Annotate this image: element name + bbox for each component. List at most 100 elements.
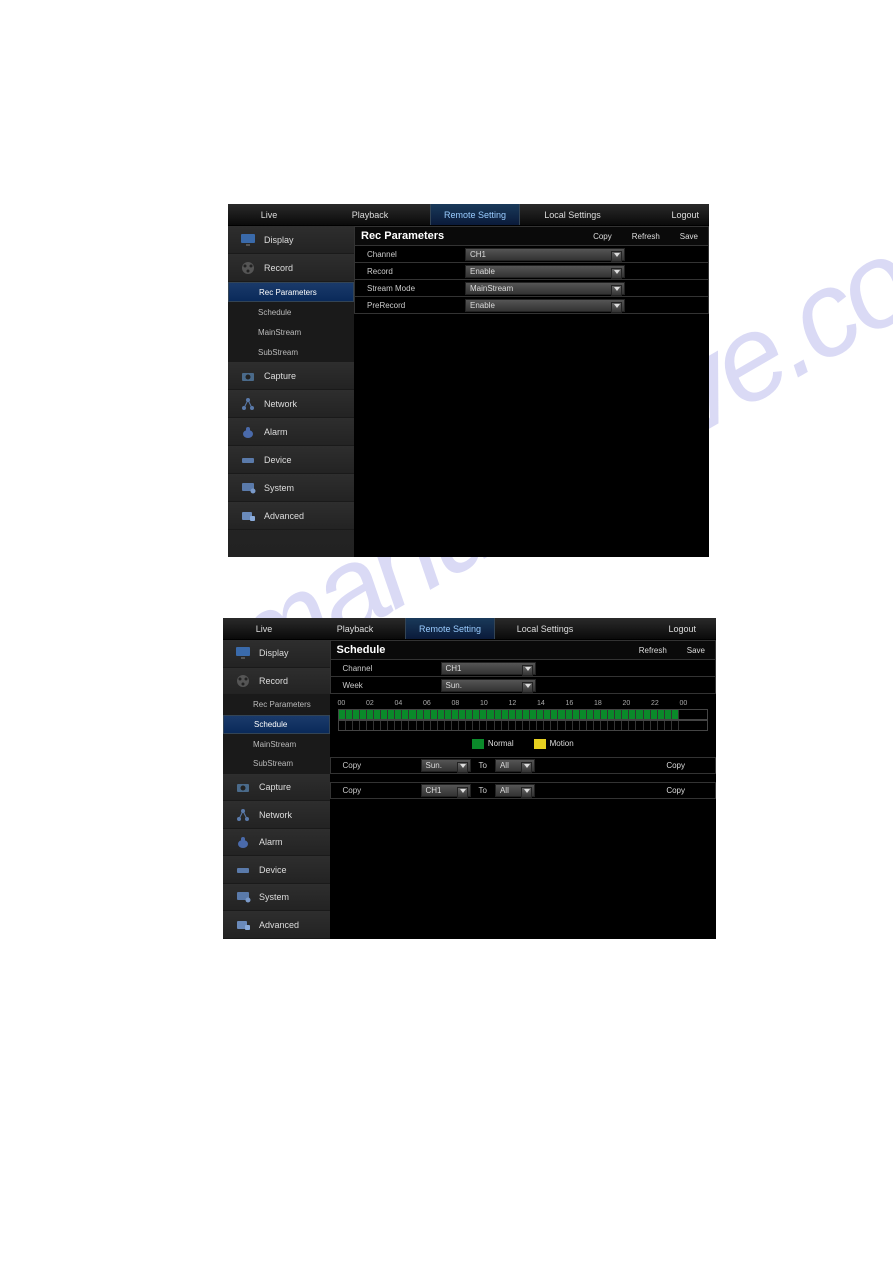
reel-icon xyxy=(235,673,251,689)
sidebar-label: Device xyxy=(259,865,287,875)
row-week: WeekSun. xyxy=(330,677,717,694)
content-header: Schedule Refresh Save xyxy=(330,640,717,660)
sidebar-sub-rec-parameters[interactable]: Rec Parameters xyxy=(223,695,330,715)
sidebar-item-capture[interactable]: Capture xyxy=(228,362,354,390)
chevron-down-icon xyxy=(460,764,466,768)
week-select[interactable]: Sun. xyxy=(441,679,536,692)
sidebar-item-alarm[interactable]: Alarm xyxy=(228,418,354,446)
sidebar-label: Capture xyxy=(259,782,291,792)
system-icon xyxy=(240,480,256,496)
sidebar-sub-schedule[interactable]: Schedule xyxy=(223,715,330,735)
chevron-down-icon xyxy=(460,789,466,793)
network-icon xyxy=(240,396,256,412)
sidebar-sub-schedule[interactable]: Schedule xyxy=(228,302,354,322)
top-nav: Live Playback Remote Setting Local Setti… xyxy=(223,618,716,640)
sidebar-label: Advanced xyxy=(259,920,299,930)
tab-playback[interactable]: Playback xyxy=(305,618,405,639)
sidebar-sub-rec-parameters[interactable]: Rec Parameters xyxy=(228,282,354,302)
tab-local-settings[interactable]: Local Settings xyxy=(520,204,625,225)
stream-mode-select[interactable]: MainStream xyxy=(465,282,625,295)
copy-week-row: Copy Sun. To All Copy xyxy=(330,757,717,774)
refresh-button[interactable]: Refresh xyxy=(622,232,670,241)
tab-remote-setting[interactable]: Remote Setting xyxy=(430,204,520,225)
copy-to-select[interactable]: All xyxy=(495,759,535,772)
copy-to-select[interactable]: All xyxy=(495,784,535,797)
tab-logout[interactable]: Logout xyxy=(595,618,716,639)
sidebar-item-device[interactable]: Device xyxy=(223,856,330,884)
sidebar-item-record[interactable]: Record xyxy=(223,668,330,696)
monitor-icon xyxy=(240,232,256,248)
row-stream-mode: Stream ModeMainStream xyxy=(354,280,709,297)
tab-logout[interactable]: Logout xyxy=(625,204,709,225)
sidebar-sub-mainstream[interactable]: MainStream xyxy=(223,734,330,754)
top-nav: Live Playback Remote Setting Local Setti… xyxy=(228,204,709,226)
label: Copy xyxy=(331,786,421,795)
save-button[interactable]: Save xyxy=(677,646,715,655)
row-channel: ChannelCH1 xyxy=(354,246,709,263)
sidebar-label: Record xyxy=(264,263,293,273)
sidebar: Display Record Rec Parameters Schedule M… xyxy=(228,226,354,557)
sidebar-item-alarm[interactable]: Alarm xyxy=(223,829,330,857)
sidebar-label: Record xyxy=(259,676,288,686)
page-title: Schedule xyxy=(331,644,629,656)
prerecord-select[interactable]: Enable xyxy=(465,299,625,312)
label: Copy xyxy=(331,761,421,770)
page-title: Rec Parameters xyxy=(355,230,583,242)
channel-select[interactable]: CH1 xyxy=(465,248,625,261)
sidebar-label: System xyxy=(264,483,294,493)
copy-button[interactable]: Copy xyxy=(583,232,622,241)
sidebar-item-display[interactable]: Display xyxy=(228,226,354,254)
reel-icon xyxy=(240,260,256,276)
tab-remote-setting[interactable]: Remote Setting xyxy=(405,618,495,639)
advanced-icon xyxy=(235,917,251,933)
copy-button[interactable]: Copy xyxy=(666,761,685,770)
refresh-button[interactable]: Refresh xyxy=(629,646,677,655)
schedule-row-normal[interactable] xyxy=(338,709,709,720)
sidebar-item-network[interactable]: Network xyxy=(223,801,330,829)
sidebar-item-record[interactable]: Record xyxy=(228,254,354,282)
sidebar-label: Display xyxy=(264,235,294,245)
sidebar-sub-substream[interactable]: SubStream xyxy=(223,754,330,774)
sidebar-label: System xyxy=(259,892,289,902)
copy-button[interactable]: Copy xyxy=(666,786,685,795)
sidebar-item-device[interactable]: Device xyxy=(228,446,354,474)
sidebar-label: Network xyxy=(264,399,297,409)
tab-playback[interactable]: Playback xyxy=(310,204,430,225)
network-icon xyxy=(235,807,251,823)
sidebar-item-display[interactable]: Display xyxy=(223,640,330,668)
record-select[interactable]: Enable xyxy=(465,265,625,278)
schedule-panel: Live Playback Remote Setting Local Setti… xyxy=(223,618,716,939)
sidebar-item-network[interactable]: Network xyxy=(228,390,354,418)
copy-from-select[interactable]: Sun. xyxy=(421,759,471,772)
monitor-icon xyxy=(235,645,251,661)
copy-from-select[interactable]: CH1 xyxy=(421,784,471,797)
row-prerecord: PreRecordEnable xyxy=(354,297,709,314)
sidebar-item-advanced[interactable]: Advanced xyxy=(228,502,354,530)
sidebar-item-system[interactable]: System xyxy=(223,884,330,912)
channel-select[interactable]: CH1 xyxy=(441,662,536,675)
chevron-down-icon xyxy=(524,764,530,768)
chevron-down-icon xyxy=(614,304,620,308)
sidebar-item-advanced[interactable]: Advanced xyxy=(223,911,330,939)
tab-live[interactable]: Live xyxy=(223,618,305,639)
content-area: Schedule Refresh Save ChannelCH1 WeekSun… xyxy=(330,640,717,939)
device-icon xyxy=(240,452,256,468)
row-channel: ChannelCH1 xyxy=(330,660,717,677)
sidebar-sub-mainstream[interactable]: MainStream xyxy=(228,322,354,342)
schedule-row-motion[interactable] xyxy=(338,720,709,731)
save-button[interactable]: Save xyxy=(670,232,708,241)
chevron-down-icon xyxy=(525,684,531,688)
sidebar: Display Record Rec Parameters Schedule M… xyxy=(223,640,330,939)
hour-labels: 00020406081012141618202200 xyxy=(338,700,709,707)
sidebar-label: Display xyxy=(259,648,289,658)
copy-channel-row: Copy CH1 To All Copy xyxy=(330,782,717,799)
tab-local-settings[interactable]: Local Settings xyxy=(495,618,595,639)
tab-live[interactable]: Live xyxy=(228,204,310,225)
sidebar-sub-substream[interactable]: SubStream xyxy=(228,342,354,362)
sidebar-item-system[interactable]: System xyxy=(228,474,354,502)
label: Stream Mode xyxy=(355,284,465,293)
sidebar-item-capture[interactable]: Capture xyxy=(223,774,330,802)
camera-icon xyxy=(235,779,251,795)
chevron-down-icon xyxy=(614,287,620,291)
to-label: To xyxy=(479,786,487,795)
